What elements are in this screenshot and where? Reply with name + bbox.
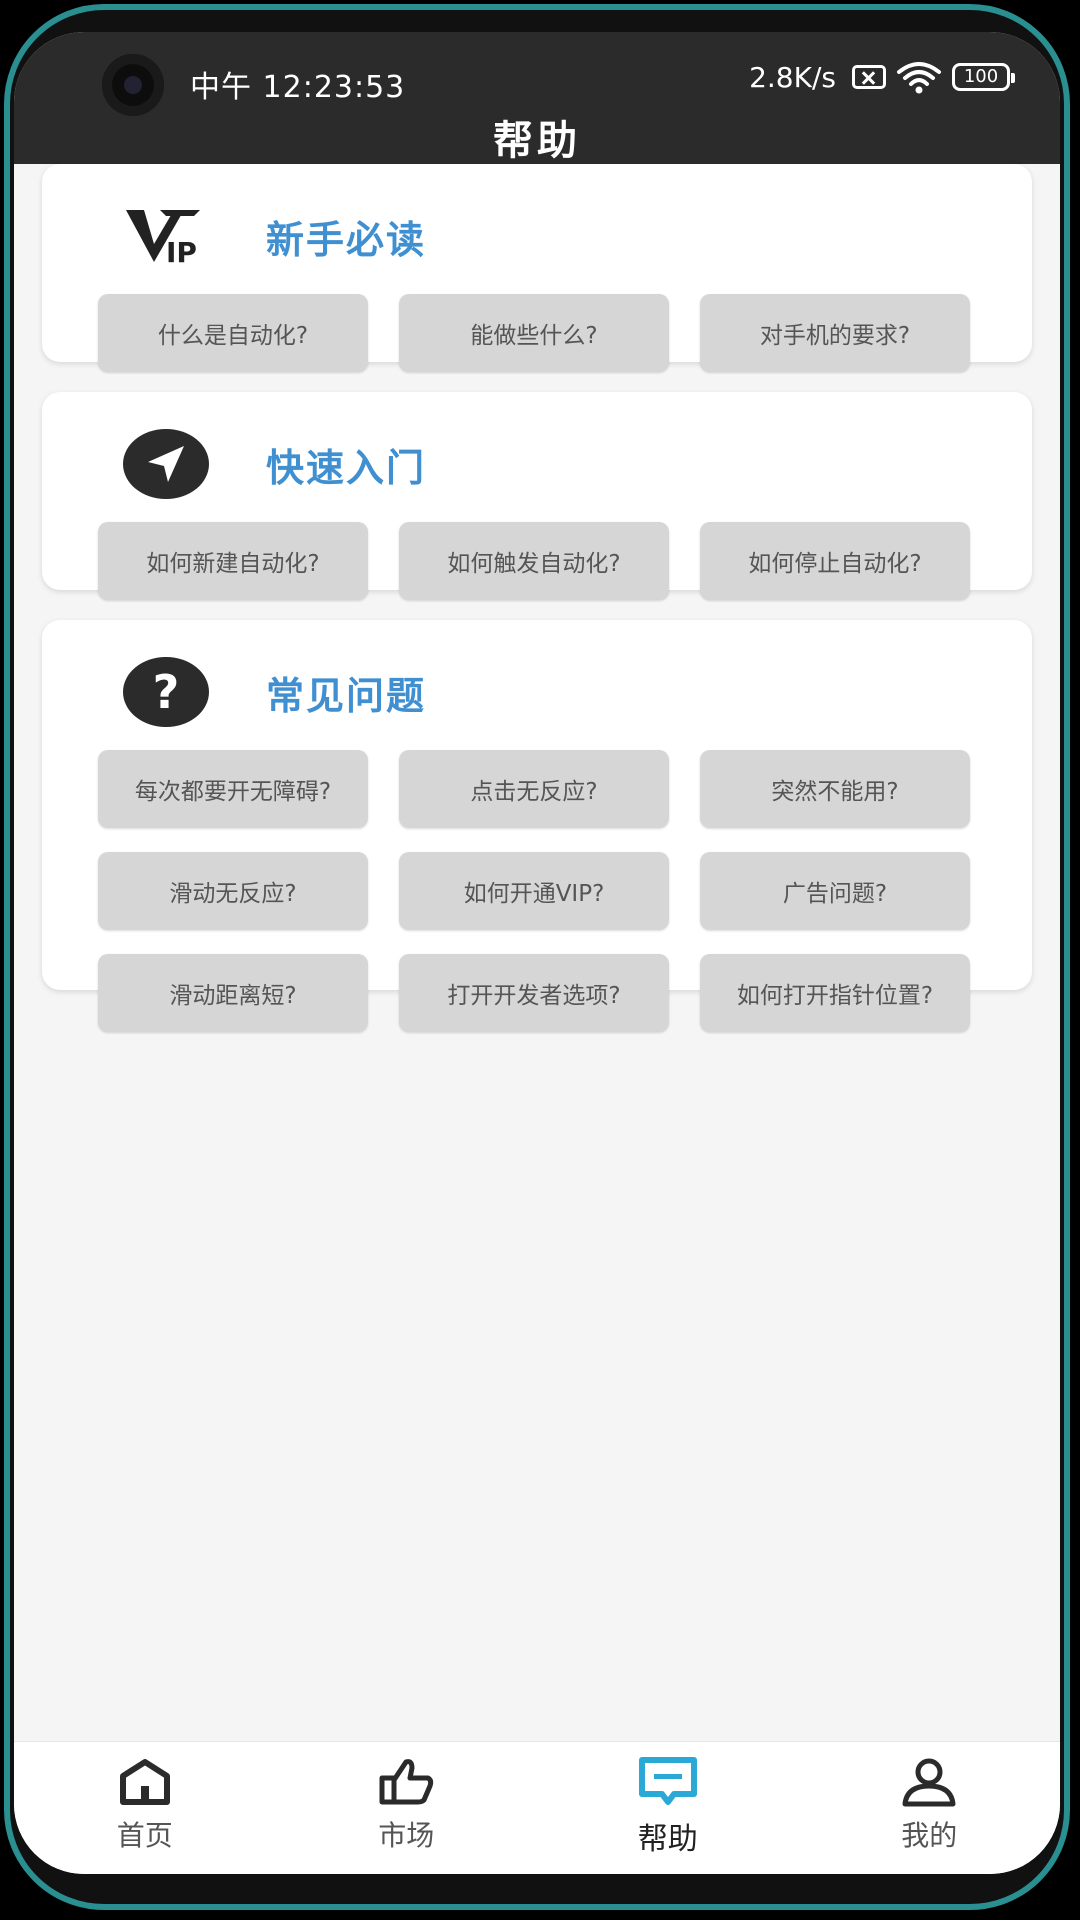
question-button[interactable]: 对手机的要求? xyxy=(700,294,970,372)
question-grid: 什么是自动化? 能做些什么? 对手机的要求? xyxy=(98,294,978,372)
no-sim-icon xyxy=(852,65,886,89)
nav-item-home[interactable]: 首页 xyxy=(14,1742,276,1874)
home-icon xyxy=(119,1759,170,1805)
phone-screen: 中午 12:23:53 2.8K/s 100 帮助 IP 新手必读 什么是自动化… xyxy=(14,32,1060,1874)
question-button[interactable]: 如何打开指针位置? xyxy=(700,954,970,1032)
question-button[interactable]: 广告问题? xyxy=(700,852,970,930)
status-time: 中午 12:23:53 xyxy=(190,70,406,105)
svg-text:?: ? xyxy=(153,665,180,719)
svg-text:IP: IP xyxy=(166,236,197,268)
page-title: 帮助 xyxy=(493,118,581,164)
nav-label: 市场 xyxy=(378,1819,435,1852)
section-header: 快速入门 xyxy=(122,428,426,500)
vip-icon: IP xyxy=(122,200,210,272)
question-button[interactable]: 打开开发者选项? xyxy=(399,954,669,1032)
nav-item-help[interactable]: 帮助 xyxy=(537,1742,799,1874)
question-grid: 如何新建自动化? 如何触发自动化? 如何停止自动化? xyxy=(98,522,978,600)
question-button[interactable]: 如何新建自动化? xyxy=(98,522,368,600)
wifi-icon xyxy=(897,62,941,94)
question-button[interactable]: 如何触发自动化? xyxy=(399,522,669,600)
user-icon xyxy=(902,1758,956,1807)
network-speed: 2.8K/s xyxy=(749,60,836,94)
navigation-arrow-icon xyxy=(122,428,210,500)
battery-icon: 100 xyxy=(952,63,1015,91)
top-bar: 中午 12:23:53 2.8K/s 100 帮助 xyxy=(14,32,1060,164)
device-frame: 中午 12:23:53 2.8K/s 100 帮助 IP 新手必读 什么是自动化… xyxy=(0,0,1080,1920)
section-title: 快速入门 xyxy=(266,445,427,490)
status-icons: 2.8K/s 100 xyxy=(749,60,1015,94)
question-mark-icon: ? xyxy=(122,656,210,728)
question-button[interactable]: 突然不能用? xyxy=(700,750,970,828)
help-chat-icon xyxy=(638,1757,697,1805)
bottom-nav: 首页 市场 帮助 我的 xyxy=(14,1741,1060,1874)
front-camera xyxy=(102,54,164,116)
nav-label: 我的 xyxy=(901,1819,958,1852)
question-button[interactable]: 滑动无反应? xyxy=(98,852,368,930)
question-grid: 每次都要开无障碍? 点击无反应? 突然不能用? 滑动无反应? 如何开通VIP? … xyxy=(98,750,978,1032)
question-button[interactable]: 如何开通VIP? xyxy=(399,852,669,930)
section-header: IP 新手必读 xyxy=(122,200,426,272)
section-card-faq: ? 常见问题 每次都要开无障碍? 点击无反应? 突然不能用? 滑动无反应? 如何… xyxy=(42,620,1032,1032)
section-header: ? 常见问题 xyxy=(122,656,426,728)
section-title: 新手必读 xyxy=(266,217,427,262)
question-button[interactable]: 点击无反应? xyxy=(399,750,669,828)
question-button[interactable]: 滑动距离短? xyxy=(98,954,368,1032)
thumbs-up-icon xyxy=(379,1759,434,1805)
nav-label: 首页 xyxy=(116,1819,173,1852)
nav-item-mine[interactable]: 我的 xyxy=(799,1742,1061,1874)
nav-label: 帮助 xyxy=(637,1822,698,1857)
question-button[interactable]: 每次都要开无障碍? xyxy=(98,750,368,828)
question-button[interactable]: 如何停止自动化? xyxy=(700,522,970,600)
question-button[interactable]: 能做些什么? xyxy=(399,294,669,372)
section-card-beginner: IP 新手必读 什么是自动化? 能做些什么? 对手机的要求? xyxy=(42,164,1032,372)
section-title: 常见问题 xyxy=(266,673,427,718)
section-card-quickstart: 快速入门 如何新建自动化? 如何触发自动化? 如何停止自动化? xyxy=(42,392,1032,600)
nav-item-market[interactable]: 市场 xyxy=(276,1742,538,1874)
question-button[interactable]: 什么是自动化? xyxy=(98,294,368,372)
